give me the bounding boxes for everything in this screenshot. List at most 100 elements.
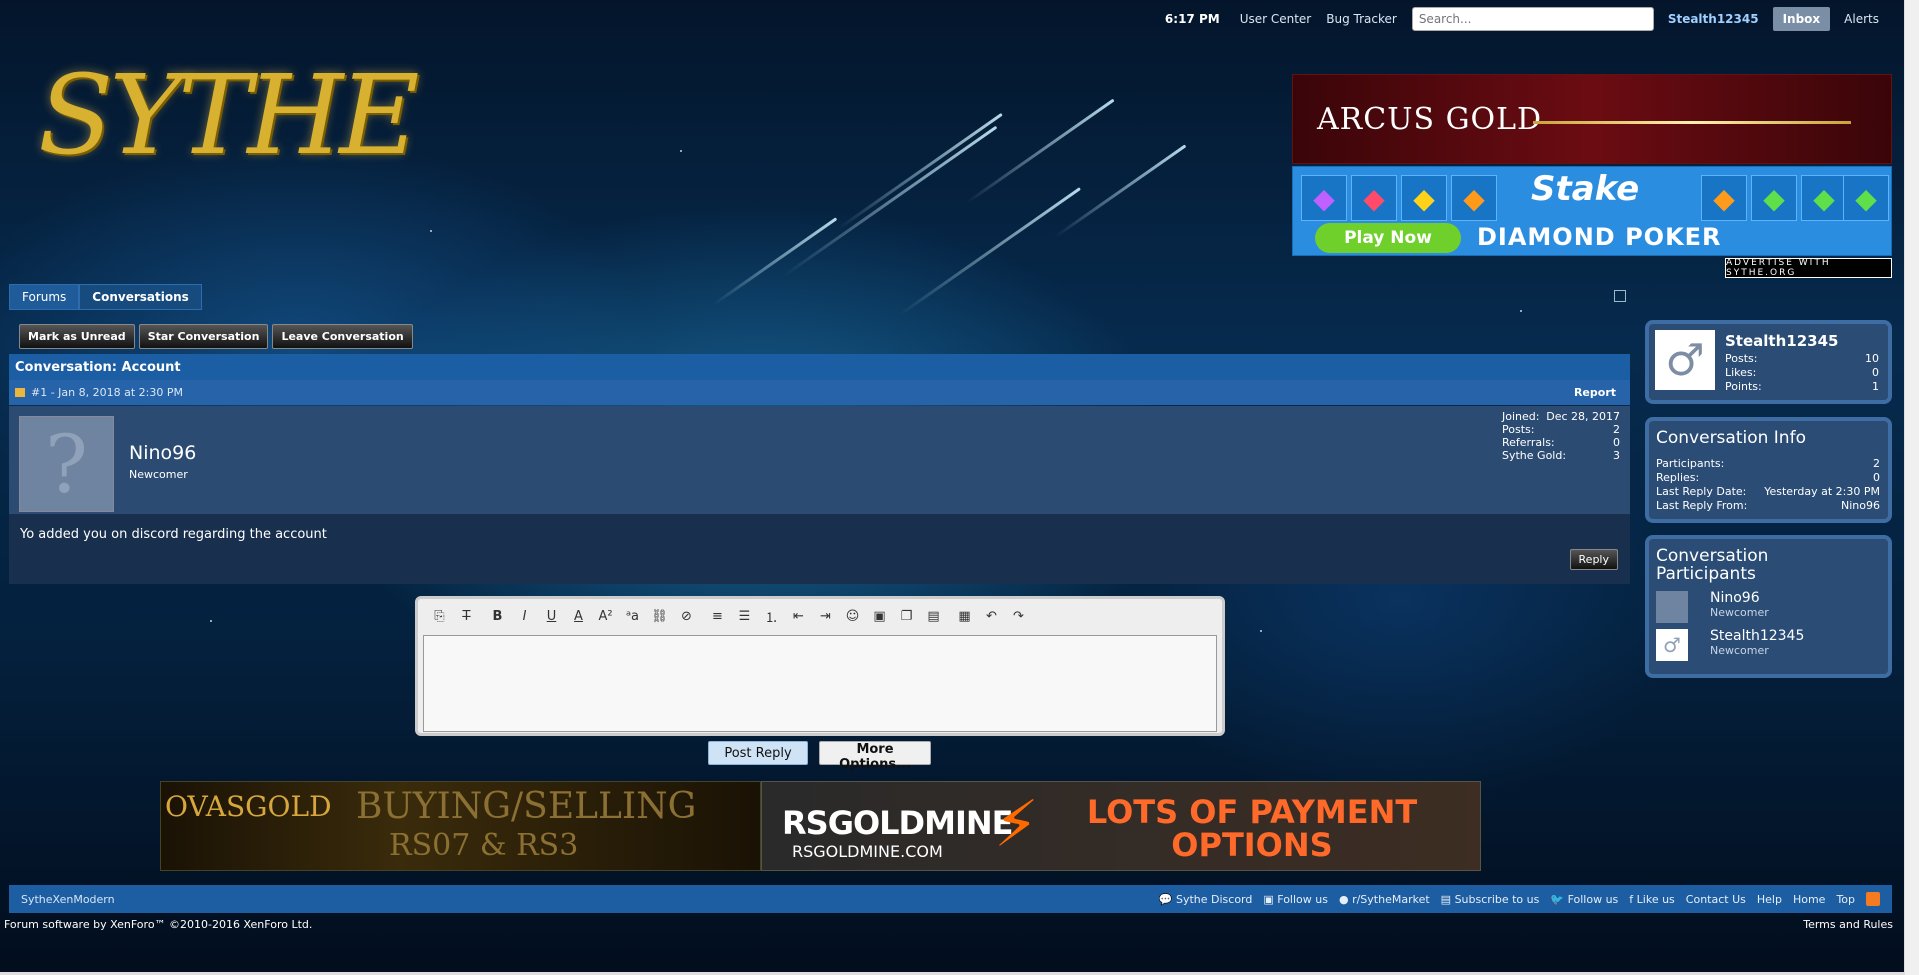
stake-ad-banner[interactable]: ◆ ◆ ◆ ◆ ◆ ◆ ◆ ◆ Stake Play Now DIAMOND P… xyxy=(1292,166,1892,256)
undo-icon[interactable]: ↶ xyxy=(978,607,1005,625)
message-permalink[interactable]: #1 - Jan 8, 2018 at 2:30 PM xyxy=(31,386,183,399)
star-conversation-button[interactable]: Star Conversation xyxy=(138,324,269,349)
camera-icon: ▣ xyxy=(1263,892,1274,906)
breadcrumb-conversations[interactable]: Conversations xyxy=(79,284,202,310)
advertise-link[interactable]: ADVERTISE WITH SYTHE.ORG xyxy=(1725,258,1892,278)
message-text: Yo added you on discord regarding the ac… xyxy=(20,527,327,542)
avatar[interactable]: ? xyxy=(19,416,114,512)
male-avatar-icon[interactable]: ♂ xyxy=(1656,629,1688,661)
facebook-link[interactable]: f Like us xyxy=(1629,893,1675,906)
page-scrollbar[interactable] xyxy=(1904,0,1919,975)
info-value: 0 xyxy=(1873,471,1880,484)
info-replies: Replies: 0 xyxy=(1656,471,1880,485)
media-icon[interactable]: ❐ xyxy=(893,607,920,625)
rss-icon[interactable] xyxy=(1866,892,1880,906)
alerts-link[interactable]: Alerts xyxy=(1844,12,1879,26)
conversation-info-panel: Conversation Info Participants: 2 Replies… xyxy=(1645,417,1892,523)
reply-editor: ⎘ T̶ B I U A A² ᵃa ⛓ ⊘ ≡ ☰ ⒈ ⇤ ⇥ ☺ ▣ ❐ ▤… xyxy=(415,596,1225,736)
outdent-icon[interactable]: ⇤ xyxy=(785,607,812,625)
stat-label: Joined: xyxy=(1502,410,1540,423)
youtube-link[interactable]: ▤ Subscribe to us xyxy=(1441,893,1540,906)
author-username[interactable]: Nino96 xyxy=(129,442,196,464)
top-navigation: 6:17 PM User Center Bug Tracker Stealth1… xyxy=(1165,6,1879,32)
italic-icon[interactable]: I xyxy=(511,607,538,625)
inbox-tab[interactable]: Inbox xyxy=(1772,7,1831,31)
reply-button[interactable]: Reply xyxy=(1569,549,1618,570)
participant-name[interactable]: Stealth12345 xyxy=(1710,629,1804,644)
post-reply-button[interactable]: Post Reply xyxy=(708,741,808,765)
top-link[interactable]: Top xyxy=(1836,893,1855,906)
participant-item[interactable]: ♂ Stealth12345 Newcomer xyxy=(1656,629,1804,661)
rsgoldmine-ad-banner[interactable]: RSGOLDMINE RSGOLDMINE.COM ⚡ LOTS OF PAYM… xyxy=(761,781,1481,871)
contact-us-link[interactable]: Contact Us xyxy=(1686,893,1746,906)
ovasgold-ad-banner[interactable]: OVASGOLD BUYING/SELLING RS07 & RS3 xyxy=(160,781,761,871)
bug-tracker-link[interactable]: Bug Tracker xyxy=(1326,12,1397,26)
unlink-icon[interactable]: ⊘ xyxy=(673,607,700,625)
editor-toolbar: ⎘ T̶ B I U A A² ᵃa ⛓ ⊘ ≡ ☰ ⒈ ⇤ ⇥ ☺ ▣ ❐ ▤… xyxy=(426,607,1032,626)
participant-item[interactable]: Nino96 Newcomer xyxy=(1656,591,1769,623)
search-input[interactable] xyxy=(1411,7,1654,31)
remove-format-icon[interactable]: T̶ xyxy=(453,607,480,625)
align-icon[interactable]: ≡ xyxy=(704,607,731,625)
terms-link[interactable]: Terms and Rules xyxy=(1803,918,1893,931)
info-last-reply-from: Last Reply From: Nino96 xyxy=(1656,499,1880,513)
expand-icon[interactable] xyxy=(1614,290,1626,302)
bullet-list-icon[interactable]: ☰ xyxy=(731,607,758,625)
more-options-button[interactable]: More Options... xyxy=(819,741,931,772)
smilie-icon[interactable]: ☺ xyxy=(839,607,866,625)
style-chooser-link[interactable]: SytheXenModern xyxy=(21,893,115,906)
gem-icon: ◆ xyxy=(1301,175,1347,221)
discord-link[interactable]: 💬 Sythe Discord xyxy=(1159,893,1253,906)
link-icon[interactable]: ⛓ xyxy=(646,607,673,625)
twitter-link[interactable]: 🐦 Follow us xyxy=(1550,893,1618,906)
visitor-stats: Posts: 10 Likes: 0 Points: 1 xyxy=(1725,352,1879,394)
site-logo[interactable]: SYTHE xyxy=(38,40,420,190)
image-icon[interactable]: ▣ xyxy=(866,607,893,625)
help-link[interactable]: Help xyxy=(1757,893,1782,906)
font-family-icon[interactable]: ᵃa xyxy=(619,607,646,625)
background-star xyxy=(1260,630,1262,632)
participant-name[interactable]: Nino96 xyxy=(1710,591,1769,606)
info-value[interactable]: Nino96 xyxy=(1841,499,1880,513)
ovasgold-line1: BUYING/SELLING xyxy=(356,786,697,827)
conversation-participants-panel: Conversation Participants Nino96 Newcome… xyxy=(1645,535,1892,678)
participants-title: Conversation Participants xyxy=(1656,546,1769,584)
breadcrumb-forums[interactable]: Forums xyxy=(9,284,80,310)
reply-textarea[interactable] xyxy=(423,635,1217,732)
redo-icon[interactable]: ↷ xyxy=(1005,607,1032,625)
stat-label: Points: xyxy=(1725,380,1762,393)
play-now-button[interactable]: Play Now xyxy=(1315,223,1461,253)
twitter-icon: 🐦 xyxy=(1550,892,1565,906)
user-center-link[interactable]: User Center xyxy=(1240,12,1312,26)
underline-icon[interactable]: U xyxy=(538,607,565,625)
author-stats: Joined: Dec 28, 2017 Posts: 2 Referrals: 0 … xyxy=(1502,410,1620,462)
insert-icon[interactable]: ▤ xyxy=(920,607,947,625)
reddit-link[interactable]: ● r/SytheMarket xyxy=(1339,893,1430,906)
visitor-stat-points: Points: 1 xyxy=(1725,380,1879,394)
visitor-username[interactable]: Stealth12345 xyxy=(1725,332,1838,350)
account-username-link[interactable]: Stealth12345 xyxy=(1668,12,1759,26)
mark-unread-button[interactable]: Mark as Unread xyxy=(19,324,135,349)
info-value: Yesterday at 2:30 PM xyxy=(1764,485,1880,498)
male-avatar-icon[interactable]: ♂ xyxy=(1655,330,1715,390)
instagram-link[interactable]: ▣ Follow us xyxy=(1263,893,1328,906)
conversation-info-list: Participants: 2 Replies: 0 Last Reply Date… xyxy=(1656,457,1880,513)
text-color-icon[interactable]: A xyxy=(565,607,592,625)
indent-icon[interactable]: ⇥ xyxy=(812,607,839,625)
report-link[interactable]: Report xyxy=(1574,386,1616,399)
numbered-list-icon[interactable]: ⒈ xyxy=(758,607,785,626)
leave-conversation-button[interactable]: Leave Conversation xyxy=(272,324,413,349)
toggle-bbcode-icon[interactable]: ⎘ xyxy=(426,607,453,625)
font-size-icon[interactable]: A² xyxy=(592,607,619,625)
stat-value: 0 xyxy=(1613,436,1620,449)
visitor-panel: ♂ Stealth12345 Posts: 10 Likes: 0 Points: 1 xyxy=(1645,320,1892,404)
gem-icon: ◆ xyxy=(1801,175,1847,221)
arcus-gold-ad-banner[interactable]: ARCUS GOLD xyxy=(1292,74,1892,164)
copyright-text: Forum software by XenForo™ ©2010-2016 Xe… xyxy=(4,918,313,931)
message-body: Yo added you on discord regarding the ac… xyxy=(9,514,1630,584)
save-draft-icon[interactable]: ▦ xyxy=(951,607,978,625)
avatar[interactable] xyxy=(1656,591,1688,623)
bold-icon[interactable]: B xyxy=(484,607,511,625)
home-link[interactable]: Home xyxy=(1793,893,1825,906)
stat-value: Dec 28, 2017 xyxy=(1546,410,1620,423)
